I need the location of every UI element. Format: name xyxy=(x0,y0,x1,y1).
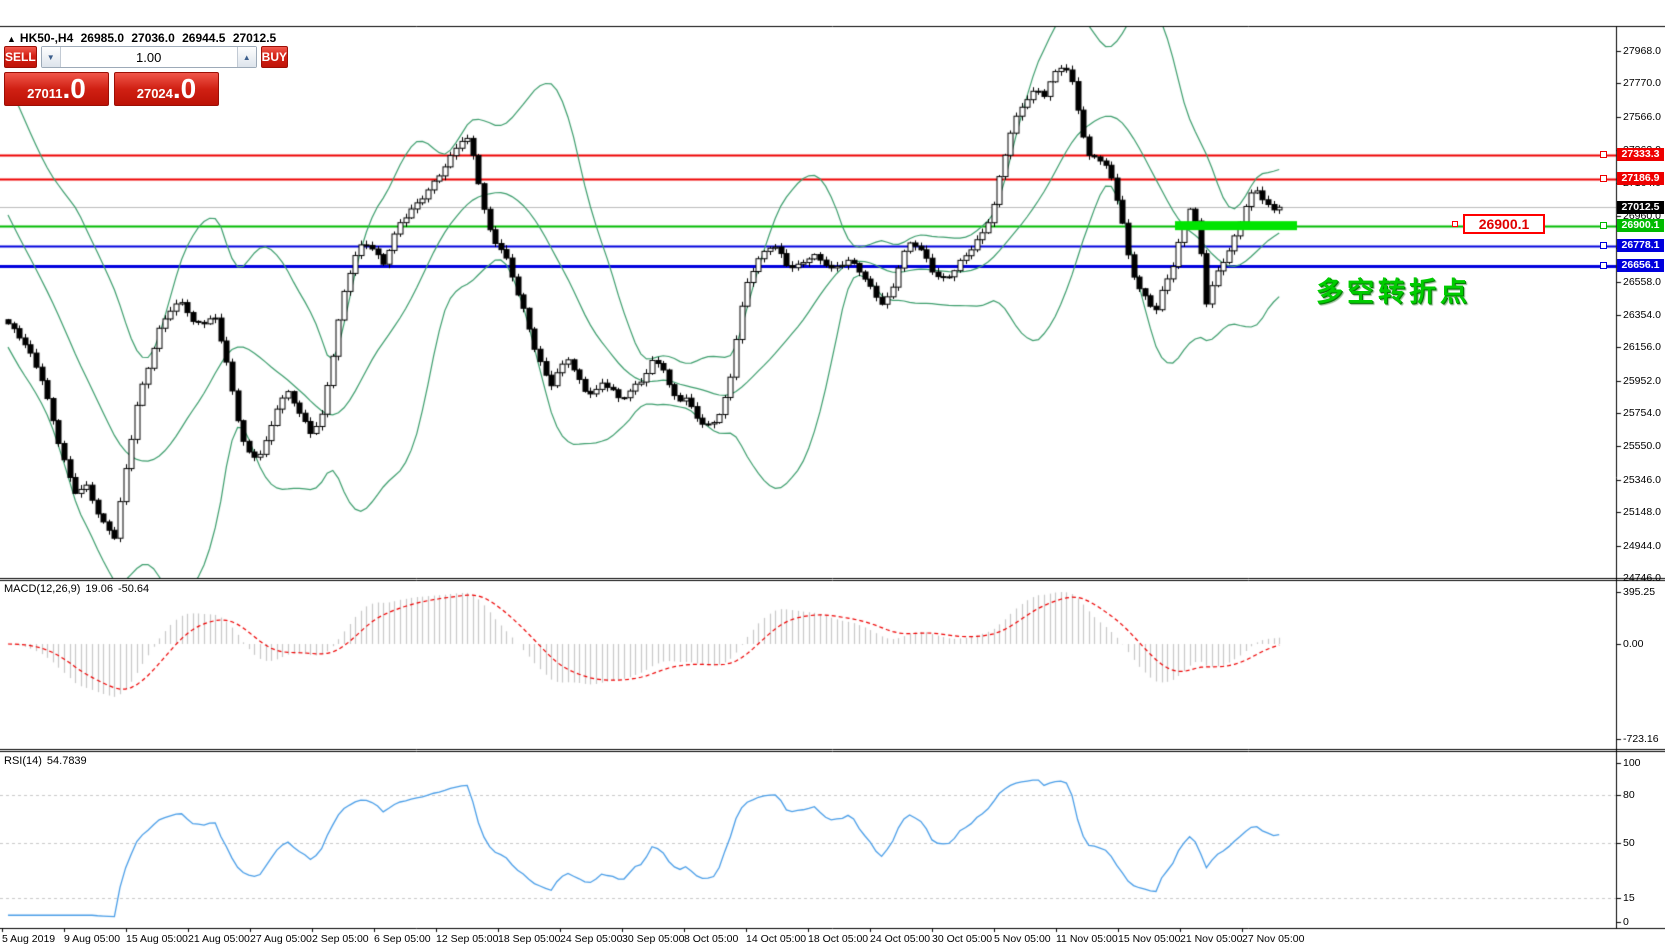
volume-input[interactable] xyxy=(60,47,237,67)
one-click-trade-panel: SELL ▼ ▲ BUY 27011 .0 27024 .0 xyxy=(4,46,289,106)
open-value: 26985.0 xyxy=(80,31,125,45)
rsi-indicator-label: RSI(14) 54.7839 xyxy=(4,755,87,767)
trade-panel-collapse-icon[interactable]: ▲ xyxy=(7,34,16,44)
low-value: 26944.5 xyxy=(182,31,226,45)
close-value: 27012.5 xyxy=(232,31,277,45)
rsi-value: 54.7839 xyxy=(46,755,87,767)
price-level-callout[interactable]: 26900.1 xyxy=(1463,214,1545,234)
turning-point-annotation[interactable]: 多空转折点 xyxy=(1316,270,1471,309)
macd-indicator-label: MACD(12,26,9) 19.06 -50.64 xyxy=(4,583,150,595)
mt4-window: 新订单 自动交易 xyxy=(0,0,1665,950)
sell-button[interactable]: SELL xyxy=(4,46,37,68)
macd-signal-value: -50.64 xyxy=(117,583,150,595)
chart-ohlc-header: ▲ HK50-,H4 26985.0 27036.0 26944.5 27012.… xyxy=(7,31,280,45)
sell-price-box[interactable]: 27011 .0 xyxy=(4,72,109,106)
buy-price-box[interactable]: 27024 .0 xyxy=(114,72,219,106)
macd-main-value: 19.06 xyxy=(85,583,113,595)
volume-increase-button[interactable]: ▲ xyxy=(236,47,256,67)
buy-price-pips: .0 xyxy=(172,73,197,104)
high-value: 27036.0 xyxy=(131,31,175,45)
sell-price-pips: .0 xyxy=(62,73,86,104)
symbol-period-label: HK50-,H4 xyxy=(19,31,74,45)
buy-button[interactable]: BUY xyxy=(260,46,289,68)
volume-decrease-button[interactable]: ▼ xyxy=(41,47,61,67)
level-line-handle[interactable] xyxy=(1452,221,1458,227)
volume-spinner: ▼ ▲ xyxy=(40,46,257,68)
sell-price-main: 27011 xyxy=(27,86,63,101)
price-chart-canvas[interactable] xyxy=(0,0,1665,950)
buy-price-main: 27024 xyxy=(136,86,173,101)
